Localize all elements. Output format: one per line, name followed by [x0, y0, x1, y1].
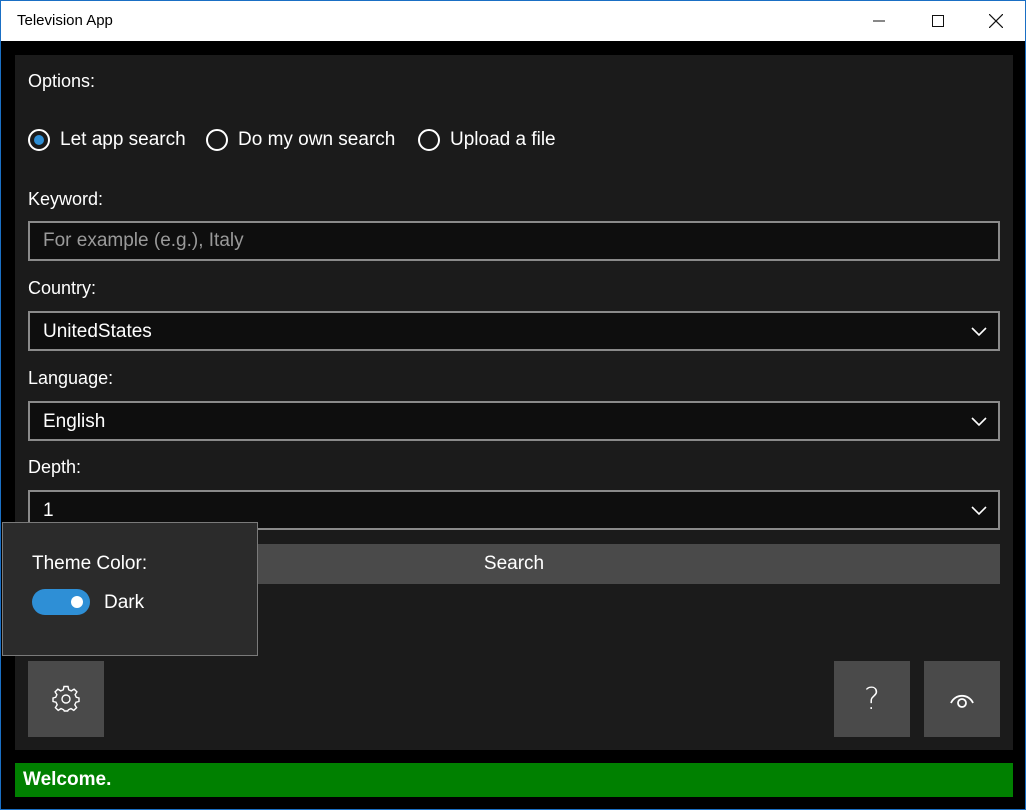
maximize-button[interactable]: [909, 1, 967, 41]
chevron-down-icon: [971, 417, 987, 427]
keyword-field: [28, 221, 1000, 261]
depth-label: Depth:: [28, 457, 82, 477]
theme-flyout: Theme Color: Dark: [2, 522, 258, 656]
close-button[interactable]: [967, 1, 1025, 41]
keyword-label: Keyword:: [28, 189, 104, 209]
chevron-down-icon: [971, 327, 987, 337]
theme-toggle-label: Dark: [104, 592, 145, 613]
eye-icon: [950, 694, 974, 708]
minimize-icon: [873, 20, 885, 22]
chevron-down-icon: [971, 506, 987, 516]
search-button-label: Search: [483, 553, 545, 574]
gear-icon: [52, 685, 80, 712]
view-button[interactable]: [924, 661, 1000, 737]
settings-button[interactable]: [28, 661, 104, 737]
country-dropdown[interactable]: UnitedStates: [28, 311, 1000, 351]
radio-do-my-own-search[interactable]: Do my own search: [206, 126, 395, 154]
language-selected-value: English: [43, 411, 106, 432]
radio-let-app-search[interactable]: Let app search: [28, 126, 186, 154]
radio-label: Let app search: [60, 129, 186, 150]
question-icon: ?: [864, 681, 880, 717]
keyword-input[interactable]: [30, 223, 998, 259]
app-window: Television App Options: Let app search D…: [0, 0, 1026, 810]
radio-unchecked-icon: [418, 129, 440, 151]
status-text: Welcome.: [23, 769, 112, 790]
depth-selected-value: 1: [43, 500, 54, 521]
theme-color-label: Theme Color:: [32, 553, 148, 574]
options-label: Options:: [28, 71, 96, 91]
close-icon: [989, 14, 1003, 28]
theme-toggle[interactable]: [32, 589, 90, 615]
maximize-icon: [932, 15, 944, 27]
country-label: Country:: [28, 278, 97, 298]
radio-label: Upload a file: [450, 129, 556, 150]
minimize-button[interactable]: [850, 1, 908, 41]
status-bar: Welcome.: [15, 763, 1013, 797]
window-title: Television App: [17, 12, 113, 29]
radio-unchecked-icon: [206, 129, 228, 151]
radio-label: Do my own search: [238, 129, 396, 150]
title-bar: Television App: [1, 1, 1025, 41]
radio-checked-icon: [28, 129, 50, 151]
language-label: Language:: [28, 368, 114, 388]
radio-upload-a-file[interactable]: Upload a file: [418, 126, 556, 154]
toggle-knob: [71, 596, 83, 608]
help-button[interactable]: ?: [834, 661, 910, 737]
language-dropdown[interactable]: English: [28, 401, 1000, 441]
country-selected-value: UnitedStates: [43, 321, 152, 342]
